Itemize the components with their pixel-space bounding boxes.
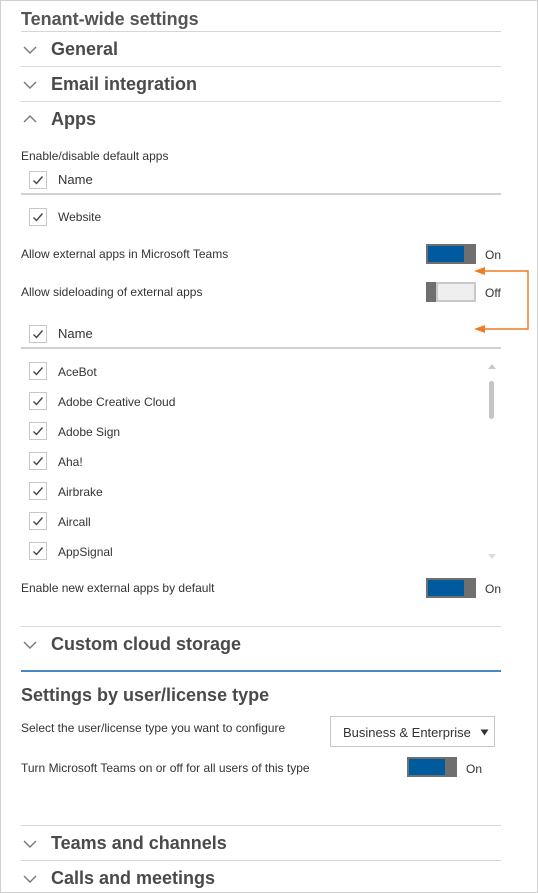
chevron-down-icon <box>23 875 37 883</box>
checkmark-icon <box>33 517 44 526</box>
divider <box>21 860 501 861</box>
external-apps-name-header: Name <box>58 326 93 341</box>
app-checkbox[interactable] <box>29 542 47 560</box>
toggle-track <box>407 757 447 777</box>
toggle-knob <box>447 757 457 777</box>
enable-new-apps-state: On <box>485 582 502 596</box>
enable-new-apps-label: Enable new external apps by default <box>21 581 215 595</box>
app-name: AceBot <box>58 365 97 379</box>
app-checkbox[interactable] <box>29 422 47 440</box>
teams-toggle-state: On <box>466 762 483 776</box>
allow-external-apps-label: Allow external apps in Microsoft Teams <box>21 247 229 261</box>
chevron-down-icon <box>23 840 37 848</box>
toggle-track <box>426 578 466 598</box>
section-email-integration-title: Email integration <box>51 74 198 94</box>
chevron-down-icon <box>23 81 37 89</box>
allow-sideloading-label: Allow sideloading of external apps <box>21 285 203 299</box>
allow-sideloading-toggle[interactable] <box>426 282 476 302</box>
toggle-knob <box>426 282 436 302</box>
scroll-up-arrow-icon[interactable] <box>487 362 497 370</box>
checkmark-icon <box>33 487 44 496</box>
divider <box>21 825 501 826</box>
section-email-integration[interactable]: Email integration <box>21 73 501 99</box>
header-underline <box>21 193 501 195</box>
checkmark-icon <box>33 457 44 466</box>
license-type-label: Select the user/license type you want to… <box>21 721 286 735</box>
select-all-default-checkbox[interactable] <box>29 171 47 189</box>
list-item[interactable]: Adobe Sign <box>21 422 481 442</box>
chevron-down-icon <box>23 46 37 54</box>
app-name: Adobe Creative Cloud <box>58 395 176 409</box>
section-apps[interactable]: Apps <box>21 108 501 134</box>
app-name: Aircall <box>58 515 91 529</box>
app-checkbox[interactable] <box>29 512 47 530</box>
section-general[interactable]: General <box>21 38 501 64</box>
section-general-title: General <box>51 39 119 59</box>
section-apps-title: Apps <box>51 109 96 129</box>
checkmark-icon <box>33 213 44 222</box>
section-custom-cloud-storage-title: Custom cloud storage <box>51 634 242 654</box>
license-type-select[interactable]: Business & Enterprise <box>330 716 495 747</box>
header-underline <box>21 347 501 349</box>
section-custom-cloud-storage[interactable]: Custom cloud storage <box>21 633 501 659</box>
scrollbar-thumb[interactable] <box>489 381 494 419</box>
allow-external-apps-state: On <box>485 248 502 262</box>
teams-on-off-toggle[interactable] <box>407 757 457 777</box>
section-calls-and-meetings[interactable]: Calls and meetings <box>21 867 501 891</box>
app-name: AppSignal <box>58 545 113 559</box>
default-apps-label: Enable/disable default apps <box>21 149 169 163</box>
section-separator <box>21 670 501 672</box>
checkmark-icon <box>33 367 44 376</box>
checkmark-icon <box>33 176 44 185</box>
list-item[interactable]: Aha! <box>21 452 481 472</box>
enable-new-apps-toggle[interactable] <box>426 578 476 598</box>
teams-toggle-label: Turn Microsoft Teams on or off for all u… <box>21 761 310 775</box>
toggle-knob <box>466 578 476 598</box>
list-item[interactable]: Adobe Creative Cloud <box>21 392 481 412</box>
app-checkbox[interactable] <box>29 392 47 410</box>
app-name: Airbrake <box>58 485 103 499</box>
checkmark-icon <box>33 330 44 339</box>
section-teams-and-channels[interactable]: Teams and channels <box>21 832 501 858</box>
section-teams-and-channels-title: Teams and channels <box>51 833 227 853</box>
list-item[interactable]: AppSignal <box>21 542 481 562</box>
app-checkbox[interactable] <box>29 452 47 470</box>
license-type-select-value: Business & Enterprise <box>343 725 471 740</box>
divider <box>21 626 501 627</box>
page-title: Tenant-wide settings <box>21 9 199 29</box>
external-apps-list[interactable]: AceBot Adobe Creative Cloud Adobe Sign A… <box>21 355 501 570</box>
dropdown-arrow-icon <box>480 729 489 736</box>
toggle-knob <box>466 244 476 264</box>
scroll-down-arrow-icon[interactable] <box>487 553 497 561</box>
app-checkbox[interactable] <box>29 482 47 500</box>
app-checkbox[interactable] <box>29 362 47 380</box>
annotation-arrow-icon <box>474 267 529 333</box>
list-item[interactable]: Airbrake <box>21 482 481 502</box>
app-name: Adobe Sign <box>58 425 121 439</box>
default-apps-name-header: Name <box>58 172 93 187</box>
allow-external-apps-toggle[interactable] <box>426 244 476 264</box>
select-all-external-checkbox[interactable] <box>29 325 47 343</box>
list-item: Website <box>58 210 102 224</box>
list-item[interactable]: Aircall <box>21 512 481 532</box>
checkmark-icon <box>33 397 44 406</box>
chevron-up-icon <box>23 115 37 123</box>
toggle-track <box>426 244 466 264</box>
app-name: Aha! <box>58 455 83 469</box>
checkmark-icon <box>33 547 44 556</box>
list-item[interactable]: AceBot <box>21 362 481 382</box>
website-checkbox[interactable] <box>29 208 47 226</box>
checkmark-icon <box>33 427 44 436</box>
divider <box>21 101 501 102</box>
user-settings-title: Settings by user/license type <box>21 685 270 705</box>
section-calls-and-meetings-title: Calls and meetings <box>51 868 216 888</box>
divider <box>21 66 501 67</box>
chevron-down-icon <box>23 641 37 649</box>
divider <box>21 31 501 32</box>
